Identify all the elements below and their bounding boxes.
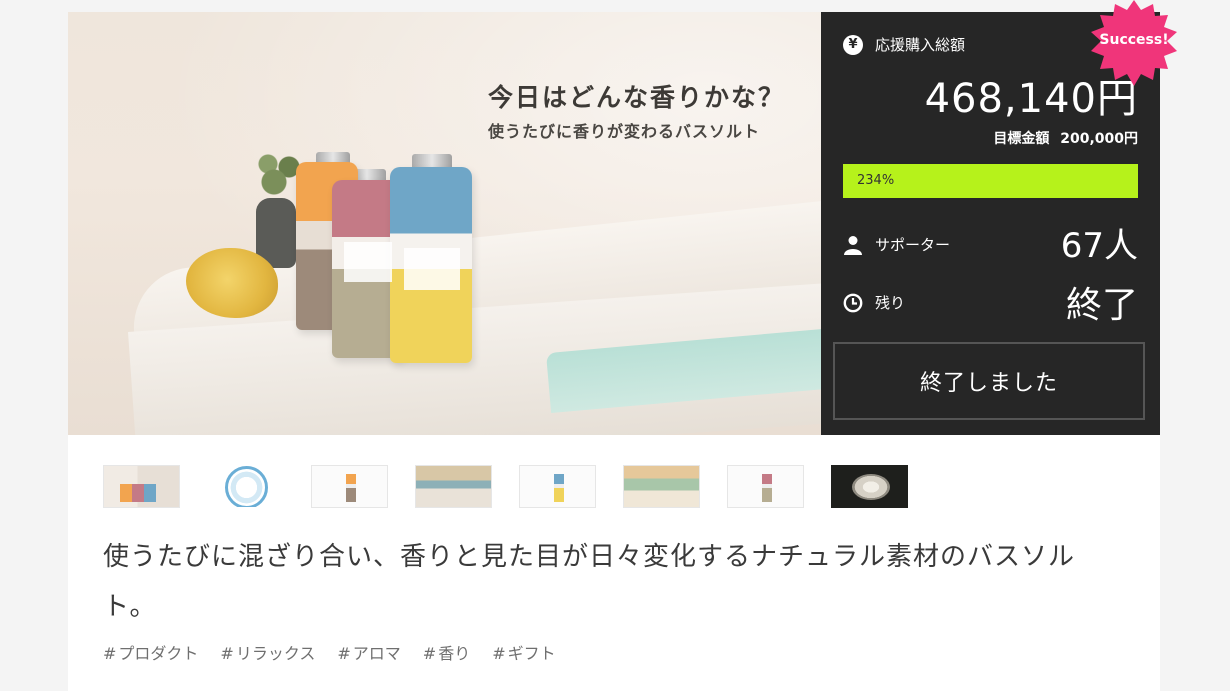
goal-amount: 200,000円 <box>1060 131 1138 147</box>
tag-label: 香り <box>438 644 471 663</box>
remaining-label: 残り <box>875 294 906 312</box>
thumbnail[interactable] <box>831 465 908 508</box>
thumbnail[interactable] <box>207 465 284 508</box>
tag-link[interactable]: # プロダクト <box>103 640 198 664</box>
badge-text: Success! <box>1099 32 1169 48</box>
tag-link[interactable]: # リラックス <box>220 640 315 664</box>
tag-list: # プロダクト # リラックス # アロマ # 香り # ギフト <box>103 640 1003 664</box>
goal-row: 目標金額 200,000円 <box>993 128 1138 148</box>
goal-label: 目標金額 <box>993 131 1050 147</box>
project-ended-button[interactable]: 終了しました <box>833 342 1145 420</box>
person-icon <box>843 235 863 255</box>
hero-image: 今日はどんな香りかな？ 使うたびに香りが変わるバスソルト <box>68 12 821 435</box>
success-badge: Success! <box>1089 0 1179 86</box>
sponge <box>186 248 278 318</box>
tag-label: リラックス <box>235 644 316 663</box>
supporters-label: サポーター <box>875 236 951 254</box>
tag-link[interactable]: # アロマ <box>337 640 400 664</box>
thumbnail[interactable] <box>415 465 492 508</box>
remaining-value: 終了 <box>1065 285 1138 326</box>
tag-label: アロマ <box>352 644 401 663</box>
project-card: 今日はどんな香りかな？ 使うたびに香りが変わるバスソルト ¥ 応援購入総額 46… <box>68 12 1160 691</box>
supporters-label-row: サポーター <box>843 234 950 255</box>
tag-label: プロダクト <box>118 644 199 663</box>
hero-subtitle: 使うたびに香りが変わるバスソルト <box>488 122 761 141</box>
progress-percent: 234% <box>857 173 895 188</box>
total-label-row: ¥ 応援購入総額 <box>843 34 965 55</box>
bottle-label <box>344 242 392 282</box>
thumbnail[interactable] <box>623 465 700 508</box>
total-label: 応援購入総額 <box>875 36 966 54</box>
tag-link[interactable]: # 香り <box>423 640 470 664</box>
remaining-label-row: 残り <box>843 292 905 313</box>
tag-label: ギフト <box>507 644 556 663</box>
tag-link[interactable]: # ギフト <box>492 640 555 664</box>
clock-icon <box>843 293 863 313</box>
supporters-count: 67人 <box>1060 226 1138 266</box>
thumbnail-strip <box>103 465 923 509</box>
yen-icon: ¥ <box>843 34 863 55</box>
thumbnail[interactable] <box>727 465 804 508</box>
hero-title: 今日はどんな香りかな？ <box>488 83 786 112</box>
thumbnail[interactable] <box>103 465 180 508</box>
bottle-label <box>404 248 460 290</box>
thumbnail[interactable] <box>311 465 388 508</box>
thumbnail[interactable] <box>519 465 596 508</box>
progress-bar: 234% <box>843 164 1138 198</box>
project-description: 使うたびに混ざり合い、香りと見た目が日々変化するナチュラル素材のバスソルト。 <box>103 542 1076 622</box>
